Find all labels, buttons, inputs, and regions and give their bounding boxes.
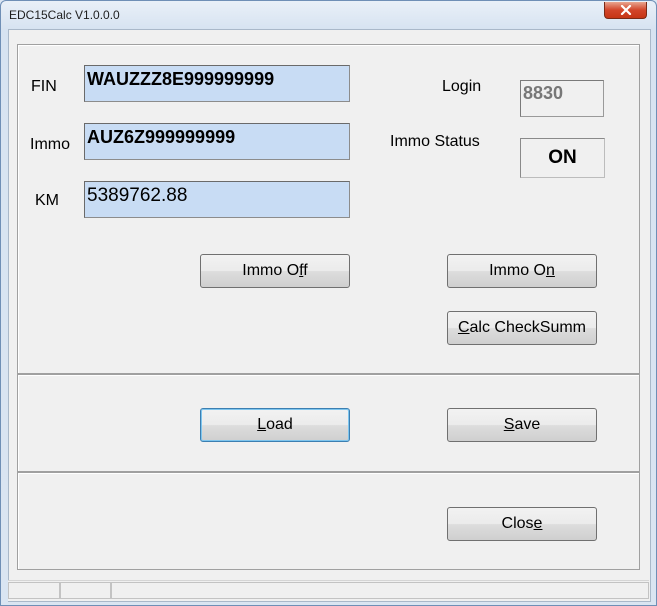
immo-status-label: Immo Status	[390, 133, 480, 150]
status-pane-1	[8, 582, 60, 599]
close-x-icon	[620, 5, 631, 15]
immo-off-label: Immo Off	[242, 262, 308, 279]
dialog-client-area: FIN WAUZZZ8E999999999 Immo AUZ6Z99999999…	[8, 29, 651, 602]
status-pane-2	[60, 582, 111, 599]
load-button[interactable]: Load	[200, 408, 350, 442]
immo-field[interactable]: AUZ6Z999999999	[84, 123, 350, 160]
close-group: Close	[17, 472, 640, 570]
status-pane-3	[111, 582, 649, 599]
immo-on-button[interactable]: Immo On	[447, 254, 597, 288]
immo-label: Immo	[30, 136, 70, 153]
data-group: FIN WAUZZZ8E999999999 Immo AUZ6Z99999999…	[17, 44, 640, 374]
close-button[interactable]: Close	[447, 507, 597, 541]
login-field[interactable]: 8830	[520, 80, 604, 117]
login-label: Login	[442, 78, 482, 95]
calc-checksum-label: Calc CheckSumm	[457, 319, 587, 336]
save-button[interactable]: Save	[447, 408, 597, 442]
fin-field[interactable]: WAUZZZ8E999999999	[84, 65, 350, 102]
window-close-button[interactable]	[604, 2, 647, 19]
km-field[interactable]: 5389762.88	[84, 181, 350, 218]
immo-status-value: ON	[520, 138, 605, 178]
window-title: EDC15Calc V1.0.0.0	[9, 8, 120, 22]
immo-on-label: Immo On	[489, 262, 555, 279]
app-window: EDC15Calc V1.0.0.0 FIN WAUZZZ8E999999999…	[0, 0, 657, 606]
status-bar	[8, 580, 649, 601]
calc-checksum-button[interactable]: Calc CheckSumm	[447, 311, 597, 345]
file-group: Load Save	[17, 374, 640, 472]
fin-label: FIN	[31, 78, 57, 95]
save-label: Save	[503, 416, 541, 433]
km-label: KM	[35, 192, 59, 209]
load-label: Load	[257, 416, 293, 433]
close-label: Close	[501, 515, 543, 532]
immo-off-button[interactable]: Immo Off	[200, 254, 350, 288]
